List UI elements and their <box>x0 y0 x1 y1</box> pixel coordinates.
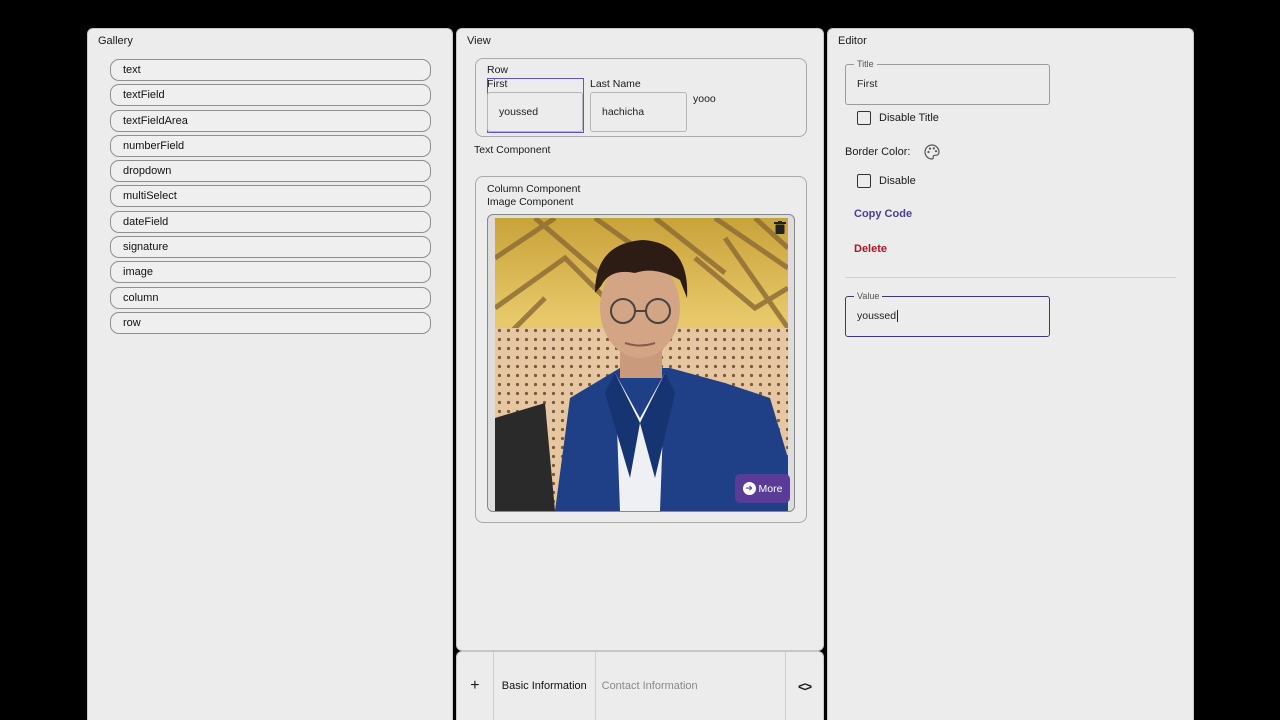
view-title: View <box>467 35 491 47</box>
gallery-item-text[interactable]: text <box>110 59 431 81</box>
gallery-item-signature[interactable]: signature <box>110 236 431 259</box>
last-name-field-label: Last Name <box>590 78 641 90</box>
view-panel: View Row First youssed Last Name hachich… <box>456 28 824 651</box>
first-field-input[interactable]: youssed <box>487 92 583 132</box>
portrait-photo <box>495 218 788 511</box>
text-component[interactable]: Text Component <box>474 144 550 156</box>
gallery-title: Gallery <box>98 35 133 47</box>
gallery-item-column[interactable]: column <box>110 286 431 309</box>
divider <box>845 277 1176 278</box>
gallery-item-multiselect[interactable]: multiSelect <box>110 185 431 208</box>
row-component[interactable]: Row First youssed Last Name hachicha yoo… <box>475 58 807 137</box>
copy-code-button[interactable]: Copy Code <box>854 208 912 220</box>
value-field[interactable]: Value youssed <box>845 290 1050 337</box>
disable-checkbox[interactable] <box>857 174 871 188</box>
disable-title-checkbox[interactable] <box>857 111 871 125</box>
gallery-item-textfieldarea[interactable]: textFieldArea <box>110 109 431 132</box>
first-field-label: First <box>487 78 508 90</box>
gallery-panel: Gallery text textField textFieldArea num… <box>87 28 453 720</box>
page-tab-bar: + Basic Information Contact Information … <box>456 651 824 720</box>
editor-title: Editor <box>838 35 867 47</box>
border-color-row: Border Color: <box>845 144 941 160</box>
palette-icon[interactable] <box>924 144 941 160</box>
disable-label: Disable <box>879 175 916 187</box>
disable-checkbox-row[interactable]: Disable <box>857 174 916 188</box>
value-field-value: youssed <box>857 310 897 322</box>
row-label: Row <box>487 64 509 76</box>
more-button-label: More <box>758 482 783 495</box>
image-component[interactable]: ➜ More <box>487 214 795 512</box>
column-component-label: Column Component <box>487 183 581 195</box>
delete-button[interactable]: Delete <box>854 243 887 255</box>
gallery-item-datefield[interactable]: dateField <box>110 210 431 233</box>
tab-basic-information[interactable]: Basic Information <box>494 652 596 720</box>
gallery-item-dropdown[interactable]: dropdown <box>110 160 431 183</box>
gallery-item-textfield[interactable]: textField <box>110 84 431 107</box>
title-field[interactable]: Title First <box>845 58 1050 105</box>
last-name-field-input[interactable]: hachicha <box>590 92 687 132</box>
trash-icon[interactable] <box>774 221 786 234</box>
title-field-value: First <box>857 78 878 90</box>
image-component-label: Image Component <box>487 196 574 208</box>
value-field-legend: Value <box>854 290 883 302</box>
tab-contact-information[interactable]: Contact Information <box>596 652 787 720</box>
more-button[interactable]: ➜ More <box>735 474 790 503</box>
text-cursor <box>897 310 899 323</box>
gallery-list: text textField textFieldArea numberField… <box>110 59 431 337</box>
disable-title-checkbox-row[interactable]: Disable Title <box>857 111 939 125</box>
add-tab-button[interactable]: + <box>457 652 494 720</box>
gallery-item-image[interactable]: image <box>110 261 431 284</box>
gallery-item-row[interactable]: row <box>110 311 431 334</box>
border-color-label: Border Color: <box>845 146 911 158</box>
arrow-right-circle-icon: ➜ <box>742 482 756 495</box>
editor-panel: Editor Title First Disable Title Border … <box>827 28 1194 720</box>
gallery-item-numberfield[interactable]: numberField <box>110 134 431 157</box>
title-field-legend: Title <box>854 58 877 70</box>
row-text-yooo: yooo <box>693 93 716 105</box>
code-icon[interactable]: <> <box>786 652 823 720</box>
disable-title-label: Disable Title <box>879 112 939 124</box>
column-component[interactable]: Column Component Image Component ➜ More <box>475 176 807 523</box>
